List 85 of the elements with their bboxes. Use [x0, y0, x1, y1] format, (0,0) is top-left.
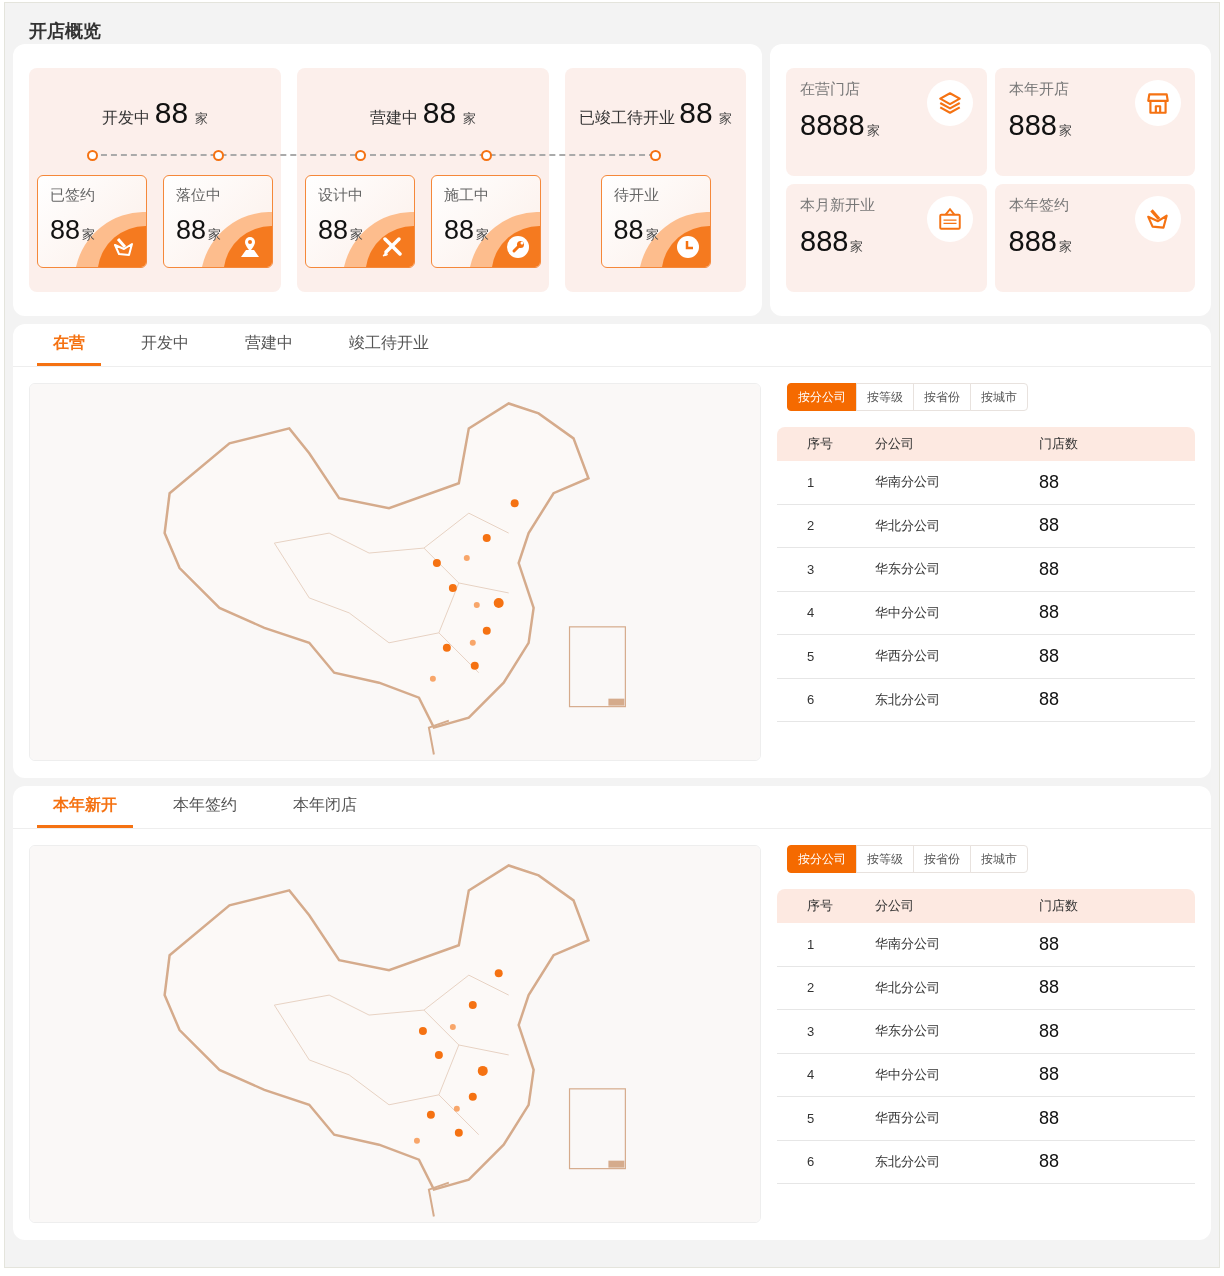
table-cell-text: 华西分公司	[875, 1109, 941, 1128]
table-cell-text: 华南分公司	[875, 935, 941, 954]
summary-label: 本年开店	[1008, 80, 1070, 99]
summary-label: 本年签约	[1008, 196, 1070, 215]
filter-button[interactable]: 按省份	[913, 383, 971, 411]
clock-icon	[675, 235, 700, 259]
table-cell-text: 5	[806, 1110, 816, 1126]
stage-label: 施工中	[444, 186, 490, 205]
stage-label: 设计中	[318, 186, 364, 205]
table-cell: 88	[1039, 977, 1060, 999]
store-icon	[1145, 90, 1171, 116]
group-count: 营建中 88 家	[370, 96, 476, 131]
table-cell-text: 6	[806, 1154, 816, 1170]
column-header: 门店数	[1039, 435, 1078, 453]
stage-count: 88 家	[50, 215, 97, 246]
tab[interactable]: 开发中	[125, 324, 205, 366]
table-cell-text: 1	[806, 474, 816, 490]
timeline-node	[650, 150, 661, 161]
table-cell-text: 华西分公司	[875, 647, 941, 666]
column-header: 分公司	[875, 897, 915, 915]
timeline-node	[354, 150, 366, 161]
layers-icon	[936, 90, 963, 116]
tab[interactable]: 本年闭店	[277, 786, 373, 828]
column-header: 序号	[806, 897, 834, 915]
table-cell: 88	[1039, 689, 1060, 711]
table-cell: 88	[1039, 602, 1060, 624]
map-pin-icon	[238, 235, 262, 259]
table-cell-text: 华东分公司	[875, 1022, 941, 1041]
timeline-node	[212, 150, 224, 161]
filter-button[interactable]: 按等级	[856, 383, 914, 411]
table-cell-text: 华北分公司	[875, 978, 941, 997]
table-cell-text: 5	[806, 648, 816, 664]
table-cell-text: 华东分公司	[875, 560, 941, 579]
table-cell: 88	[1039, 471, 1060, 493]
table-cell: 88	[1039, 515, 1060, 537]
table-cell-text: 4	[806, 605, 816, 621]
stage-count: 88 家	[444, 215, 491, 246]
filter-button[interactable]: 按城市	[970, 383, 1028, 411]
filter-button[interactable]: 按城市	[970, 845, 1028, 873]
column-header: 序号	[806, 435, 834, 453]
filter-button[interactable]: 按省份	[913, 845, 971, 873]
timeline-node	[86, 150, 98, 161]
stage-count: 88 家	[613, 215, 660, 246]
summary-label: 本月新开业	[800, 196, 875, 215]
table-cell: 88	[1039, 1107, 1060, 1129]
table-cell-text: 华中分公司	[875, 1065, 941, 1084]
table-cell-text: 东北分公司	[875, 690, 941, 709]
table-cell-text: 2	[806, 518, 816, 534]
table-cell: 88	[1039, 1064, 1060, 1086]
summary-label: 在营门店	[800, 80, 861, 99]
column-header: 门店数	[1039, 897, 1078, 915]
table-cell: 88	[1039, 558, 1060, 580]
group-count: 开发中 88 家	[102, 96, 208, 131]
summary-count: 888 家	[1008, 225, 1072, 258]
summary-count: 8888 家	[800, 109, 880, 142]
summary-count: 888 家	[800, 225, 865, 258]
table-cell-text: 华南分公司	[875, 473, 941, 492]
table-cell-text: 3	[806, 1023, 816, 1039]
table-cell: 88	[1039, 645, 1060, 667]
stage-count: 88 家	[176, 215, 223, 246]
stage-label: 已签约	[50, 186, 96, 205]
tab[interactable]: 竣工待开业	[333, 324, 445, 366]
table-cell-text: 1	[806, 936, 816, 952]
stage-count: 88 家	[318, 215, 365, 246]
tab[interactable]: 营建中	[229, 324, 309, 366]
summary-count: 888 家	[1008, 109, 1072, 142]
table-cell-text: 2	[806, 980, 816, 996]
table-cell-text: 3	[806, 561, 816, 577]
wrench-icon	[506, 235, 530, 259]
column-header: 分公司	[875, 435, 915, 453]
table-cell: 88	[1039, 933, 1060, 955]
table-cell-text: 6	[806, 692, 816, 708]
table-cell: 88	[1039, 1020, 1060, 1042]
tab[interactable]: 本年签约	[157, 786, 253, 828]
group-count: 已竣工待开业 88 家	[578, 96, 733, 131]
filter-button[interactable]: 按等级	[856, 845, 914, 873]
stage-label: 待开业	[613, 186, 660, 205]
table-cell-text: 华北分公司	[875, 516, 941, 535]
open-sign-icon	[936, 206, 963, 232]
table-cell-text: 东北分公司	[875, 1152, 941, 1171]
timeline-node	[480, 150, 492, 161]
table-cell-text: 4	[806, 1067, 816, 1083]
table-cell-text: 华中分公司	[875, 603, 941, 622]
table-cell: 88	[1039, 1151, 1060, 1173]
stage-label: 落位中	[176, 186, 222, 205]
